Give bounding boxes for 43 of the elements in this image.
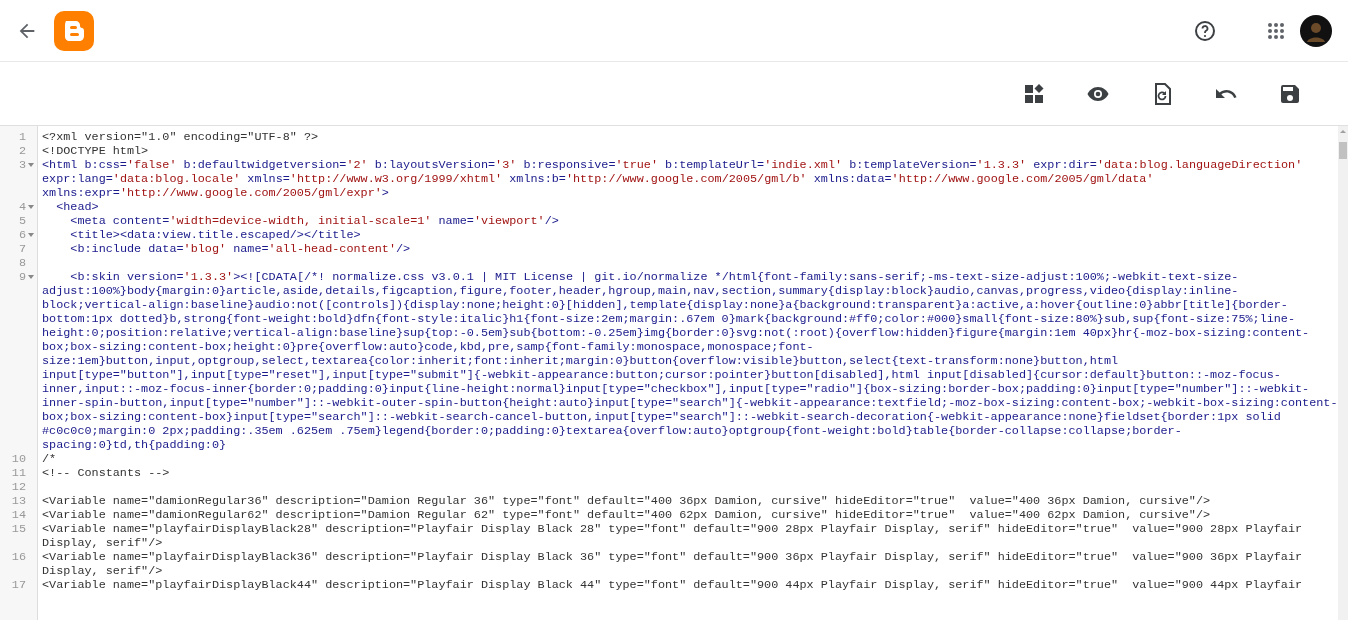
avatar[interactable] — [1300, 14, 1332, 47]
code-line: <Variable name="playfairDisplayBlack28" description="Playfair Display Black 28" type="font" default="900 28px Playfair Display, serif" hideEditor="true" value="900 28px Playfair Display, serif"/> — [42, 522, 1304, 550]
code-line: <!DOCTYPE html> — [42, 144, 149, 158]
line-number: 9 — [18, 270, 26, 284]
line-number: 12 — [11, 480, 26, 494]
fold-arrow-icon[interactable] — [27, 161, 35, 169]
line-number: 1 — [18, 130, 26, 144]
line-number: 5 — [18, 214, 26, 228]
code-line: <head> — [55, 200, 99, 214]
code-line: <Variable name="damionRegular36" description="Damion Regular 36" type="font" default="400 36px Damion, cursive" hideEditor="true" value="400 36px Damion, cursive"/> — [42, 494, 1211, 508]
code-line: <html b:css='false' b:defaultwidgetversion='2' b:layoutsVersion='3' b:responsive='true' b:templateUrl='indie.xml' b:templateVersion='1.3.3' expr:dir='data:blog.languageDirection' expr:lang='data:blog.locale' xmlns='http://www.w3.org/1999/xhtml' xmlns:b='http://www.google.com/2005/gml/b' xmlns:data='http://www.google.com/2005/gml/data' xmlns:expr='http://www.google.com/2005/gml/expr'> — [42, 158, 1304, 200]
code-line: <title><data:view.title.escaped/></title> — [69, 228, 361, 242]
fold-arrow-icon[interactable] — [27, 231, 35, 239]
line-number: 3 — [18, 158, 26, 172]
code-line: <!-- Constants --> — [42, 466, 170, 480]
code-line: <b:skin version='1.3.3'><![CDATA[/*! normalize.css v3.0.1 | MIT License | git.io/normalize */html{font-family:sans-serif;-ms-text-size-adjust:100%;-webkit-text-size-adjust:100%}body{margin:0}article,aside,details,figcaption,figure,footer,header,hgroup,main,nav,section,summary{display:block}audio,canvas,progress,video{display:inline-block;vertical-align:baseline}audio:not([controls]){display:none;height:0}[hidden],template{display:none}a{background:transparent}a:active,a:hover{outline:0}abbr[title]{border-bottom:1px dotted}b,strong{font-weight:bold}dfn{font-style:italic}h1{font-size:2em;margin:.67em 0}mark{background:#ff0;color:#000}small{font-size:80%}sub,sup{font-size:75%;line-height:0;position:relative;vertical-align:baseline}sup{top:-0.5em}sub{bottom:-0.25em}img{border:0}svg:not(:root){overflow:hidden}figure{margin:1em 40px}hr{-moz-box-sizing:content-box;box-sizing:content-box;height:0}pre{overflow:auto}code,kbd,pre,samp{font-family:monospace,monospace;font-size:1em}button,input,optgroup,select,textarea{color:inherit;font:inherit;margin:0}button{overflow:visible}button,select{text-transform:none}button,html input[type="button"],input[type="reset"],input[type="submit"]{-webkit-appearance:button;cursor:pointer}button[disabled],html input[disabled]{cursor:default}button::-moz-focus-inner,input::-moz-focus-inner{border:0;padding:0}input{line-height:normal}input[type="checkbox"],input[type="radio"]{box-sizing:border-box;padding:0}input[type="number"]::-webkit-inner-spin-button,input[type="number"]::-webkit-outer-spin-button{height:auto}input[type="search"]{-webkit-appearance:textfield;-moz-box-sizing:content-box;-webkit-box-sizing:content-box;box-sizing:content-box}input[type="search"]::-webkit-search-cancel-button,input[type="search"]::-webkit-search-decoration{-webkit-appearance:none}fieldset{border:1px solid #c0c0c0;margin:0 2px;padding:.35em .625em .75em}legend{border:0;padding:0}textarea{overflow:auto}optgroup{font-weight:bold}table{border-collapse:collapse;border-spacing:0}td,th{padding:0} — [42, 270, 1338, 452]
fold-arrow-icon[interactable] — [27, 273, 35, 281]
widget-layout-icon[interactable] — [1022, 81, 1046, 106]
line-number: 13 — [11, 494, 26, 508]
apps-grid-icon[interactable] — [1267, 21, 1285, 40]
line-number: 15 — [11, 522, 26, 536]
logo-icon[interactable] — [54, 10, 94, 51]
line-number: 7 — [18, 242, 26, 256]
code-line: /* — [42, 452, 57, 466]
scrollbar[interactable] — [1338, 126, 1348, 620]
code-line: <b:include data='blog' name='all-head-content'/> — [69, 242, 411, 256]
line-number: 10 — [11, 452, 26, 466]
scrollbar-thumb[interactable] — [1339, 142, 1347, 159]
line-number: 17 — [11, 578, 26, 592]
line-number: 6 — [18, 228, 26, 242]
line-number: 11 — [11, 466, 26, 480]
line-number: 4 — [18, 200, 26, 214]
code-line: <?xml version="1.0" encoding="UTF-8" ?> — [42, 130, 319, 144]
code-line: <Variable name="damionRegular62" description="Damion Regular 62" type="font" default="400 62px Damion, cursive" hideEditor="true" value="400 62px Damion, cursive"/> — [42, 508, 1211, 522]
line-number: 16 — [11, 550, 26, 564]
line-number: 8 — [18, 256, 26, 270]
line-number: 2 — [18, 144, 26, 158]
code-line: <Variable name="playfairDisplayBlack44" description="Playfair Display Black 44" type="font" default="900 44px Playfair Display, serif" hideEditor="true" value="900 44px Playfair — [42, 578, 1303, 592]
fold-arrow-icon[interactable] — [27, 203, 35, 211]
line-number: 14 — [11, 508, 26, 522]
help-icon[interactable] — [1193, 18, 1217, 43]
code-line: <meta content='width=device-width, initial-scale=1' name='viewport'/> — [69, 214, 559, 228]
code-line: <Variable name="playfairDisplayBlack36" description="Playfair Display Black 36" type="font" default="900 36px Playfair Display, serif" hideEditor="true" value="900 36px Playfair Display, serif"/> — [42, 550, 1304, 578]
